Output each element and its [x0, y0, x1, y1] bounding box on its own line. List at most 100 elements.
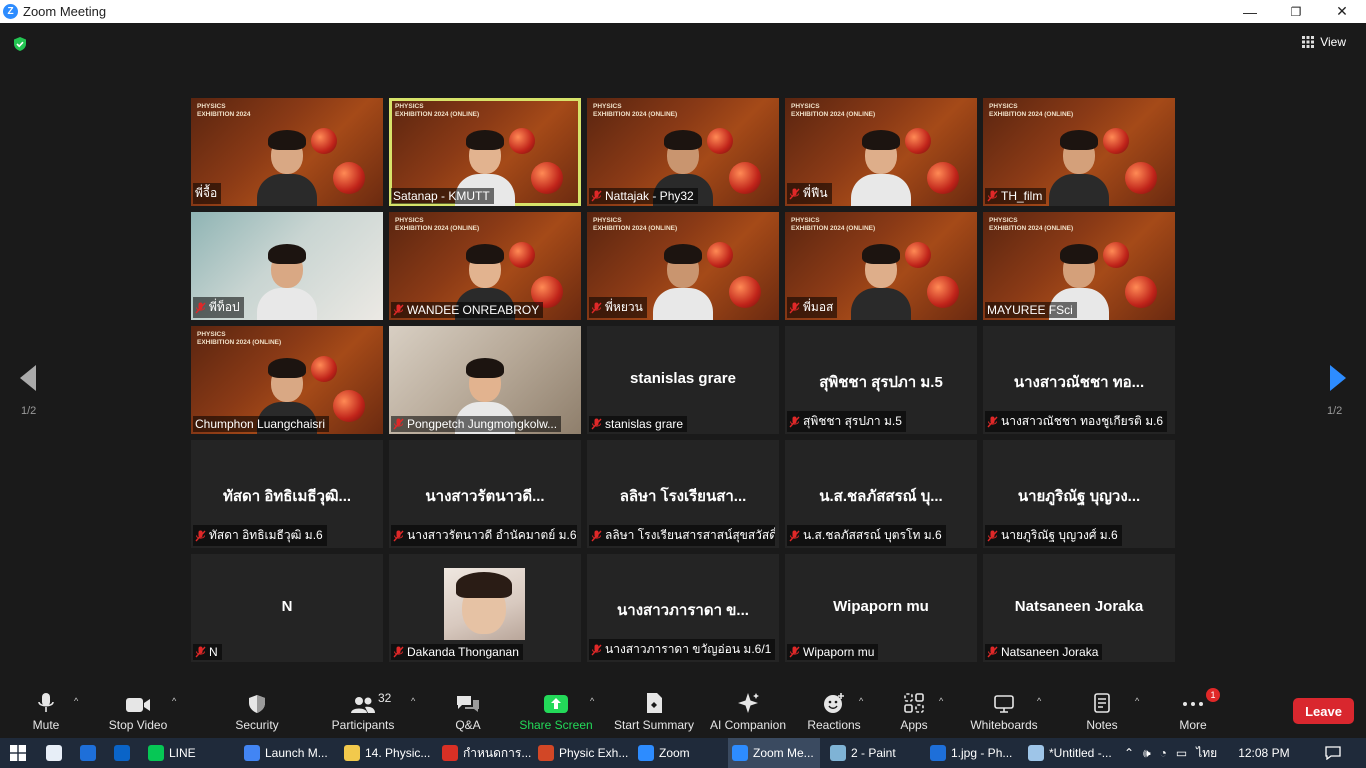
participant-tile[interactable]: นางสาวภาราดา ข... นางสาวภาราดา ขวัญอ่อน ม…: [587, 554, 779, 662]
muted-mic-icon: [987, 190, 998, 202]
video-options-caret[interactable]: ^: [172, 696, 176, 706]
participant-tile[interactable]: PHYSICS EXHIBITION 2024 (ONLINE) Chumphon …: [191, 326, 383, 434]
app-icon: [538, 745, 554, 761]
muted-mic-icon: [393, 418, 404, 430]
taskbar-app-button[interactable]: Zoom: [634, 738, 696, 768]
chevron-up-icon[interactable]: ⌃: [1124, 746, 1134, 760]
participant-name-label: Dakanda Thonganan: [391, 644, 523, 660]
participant-tile[interactable]: stanislas grare stanislas grare: [587, 326, 779, 434]
close-button[interactable]: ✕: [1319, 0, 1365, 23]
share-screen-button[interactable]: Share Screen: [519, 686, 593, 738]
apps-label: Apps: [900, 718, 928, 732]
whiteboards-button[interactable]: Whiteboards: [968, 686, 1040, 738]
participant-tile[interactable]: น.ส.ชลภัสสรณ์ บุ... น.ส.ชลภัสสรณ์ บุตรโท …: [785, 440, 977, 548]
previous-page-arrow-icon[interactable]: [16, 363, 40, 393]
taskbar-app-button[interactable]: 2 - Paint: [826, 738, 902, 768]
page-indicator-right: 1/2: [1327, 405, 1343, 417]
encryption-shield-icon[interactable]: [12, 36, 28, 52]
qa-button[interactable]: Q&A: [448, 686, 488, 738]
taskbar-outlook[interactable]: [114, 738, 130, 768]
start-summary-button[interactable]: Start Summary: [612, 686, 696, 738]
apps-options-caret[interactable]: ^: [939, 696, 943, 706]
participant-tile[interactable]: สุพิชชา สุรปภา ม.5 สุพิชชา สุรปภา ม.5: [785, 326, 977, 434]
participant-tile[interactable]: NN: [191, 554, 383, 662]
whiteboards-label: Whiteboards: [970, 718, 1038, 732]
taskbar-app-label: 1.jpg - Ph...: [951, 746, 1013, 760]
participant-tile[interactable]: พี่ท็อป: [191, 212, 383, 320]
taskbar-app-button[interactable]: กำหนดการ...: [438, 738, 537, 768]
taskbar-app-button[interactable]: Zoom Me...: [728, 738, 820, 768]
taskbar-app-button[interactable]: 14. Physic...: [340, 738, 436, 768]
muted-mic-icon: [393, 530, 404, 541]
participant-tile[interactable]: PHYSICS EXHIBITION 2024 (ONLINE) MAYUREE F…: [983, 212, 1175, 320]
notes-options-caret[interactable]: ^: [1135, 696, 1139, 706]
windows-start-icon[interactable]: [10, 745, 26, 761]
participant-tile[interactable]: PHYSICS EXHIBITION 2024 (ONLINE) พี่มอส: [785, 212, 977, 320]
mute-options-caret[interactable]: ^: [74, 696, 78, 706]
participant-display-name: Natsaneen Joraka: [1014, 598, 1144, 615]
ai-companion-button[interactable]: AI Companion: [708, 686, 788, 738]
maximize-button[interactable]: ❐: [1273, 0, 1319, 23]
share-options-caret[interactable]: ^: [590, 696, 594, 706]
taskbar-app-button[interactable]: *Untitled -...: [1024, 738, 1118, 768]
participant-tile[interactable]: นางสาวรัตนาวดี... นางสาวรัตนาวดี อำนัคมาต…: [389, 440, 581, 548]
participant-tile[interactable]: PHYSICS EXHIBITION 2024 (ONLINE) พี่หยวน: [587, 212, 779, 320]
taskbar-app-button[interactable]: Physic Exh...: [534, 738, 634, 768]
notes-button[interactable]: Notes: [1082, 686, 1122, 738]
system-tray: ⌃ 🕪 ◔ ▭ ไทย 12:08 PM: [1124, 738, 1290, 768]
participants-count: 32: [378, 691, 392, 705]
apps-button[interactable]: Apps: [896, 686, 932, 738]
taskbar-app-button[interactable]: 1.jpg - Ph...: [926, 738, 1018, 768]
participant-tile[interactable]: PHYSICS EXHIBITION 2024 (ONLINE) WANDEE ON…: [389, 212, 581, 320]
participant-tile[interactable]: PHYSICS EXHIBITION 2024 พี่จื้อ: [191, 98, 383, 206]
ornament-decoration: [333, 390, 365, 422]
participant-tile[interactable]: Wipaporn mu Wipaporn mu: [785, 554, 977, 662]
participant-video-figure: [1047, 126, 1111, 206]
reactions-options-caret[interactable]: ^: [859, 696, 863, 706]
view-button[interactable]: View: [1302, 35, 1346, 49]
more-dots-icon: [1183, 702, 1203, 706]
taskbar-app-label: Zoom Me...: [753, 746, 814, 760]
taskbar-app-label: กำหนดการ...: [463, 745, 532, 760]
reactions-button[interactable]: Reactions: [806, 686, 862, 738]
participant-display-name: N: [281, 598, 293, 615]
participants-options-caret[interactable]: ^: [411, 696, 415, 706]
participant-name-label: N: [193, 644, 222, 660]
notes-icon: [1094, 693, 1110, 713]
meeting-toolbar: Mute ^ Stop Video ^ Security Participant…: [0, 686, 1366, 738]
security-shield-icon: [249, 695, 265, 713]
speaker-icon[interactable]: 🕪: [1143, 746, 1151, 761]
participant-tile[interactable]: PHYSICS EXHIBITION 2024 (ONLINE) Satanap -…: [389, 98, 581, 206]
wifi-icon[interactable]: ◔: [1160, 746, 1167, 760]
participant-tile[interactable]: PHYSICS EXHIBITION 2024 (ONLINE) Nattajak …: [587, 98, 779, 206]
participant-tile[interactable]: PHYSICS EXHIBITION 2024 (ONLINE) พี่ฟีน: [785, 98, 977, 206]
minimize-button[interactable]: —: [1227, 0, 1273, 23]
participant-tile[interactable]: Pongpetch Jungmongkolw...: [389, 326, 581, 434]
clock[interactable]: 12:08 PM: [1238, 746, 1289, 760]
app-icon: [732, 745, 748, 761]
participant-name-label: Chumphon Luangchaisri: [193, 416, 330, 432]
participant-tile[interactable]: ลลิษา โรงเรียนสา... ลลิษา โรงเรียนสารสาสน…: [587, 440, 779, 548]
notification-center-icon[interactable]: [1325, 746, 1341, 760]
taskbar-app-button[interactable]: Launch M...: [240, 738, 334, 768]
event-banner: PHYSICS EXHIBITION 2024 (ONLINE): [593, 217, 678, 232]
participant-tile[interactable]: ทัสดา อิทธิเมธีวุฒิ... ทัสดา อิทธิเมธีวุฒ…: [191, 440, 383, 548]
stop-video-button[interactable]: Stop Video: [104, 686, 172, 738]
participant-tile[interactable]: Dakanda Thonganan: [389, 554, 581, 662]
next-page-arrow-icon[interactable]: [1326, 363, 1350, 393]
participant-tile[interactable]: Natsaneen Joraka Natsaneen Joraka: [983, 554, 1175, 662]
whiteboards-options-caret[interactable]: ^: [1037, 696, 1041, 706]
muted-mic-icon: [789, 646, 800, 658]
security-button[interactable]: Security: [230, 686, 284, 738]
battery-icon[interactable]: ▭: [1176, 746, 1187, 760]
participant-tile[interactable]: PHYSICS EXHIBITION 2024 (ONLINE) TH_film: [983, 98, 1175, 206]
taskbar-calendar[interactable]: [80, 738, 96, 768]
participant-tile[interactable]: นายภูริณัฐ บุญวง... นายภูริณัฐ บุญวงศ์ ม.…: [983, 440, 1175, 548]
mute-button[interactable]: Mute: [22, 686, 70, 738]
taskbar-pinned-app-1[interactable]: [46, 738, 62, 768]
taskbar-app-button[interactable]: LINE: [144, 738, 202, 768]
leave-button[interactable]: Leave: [1293, 698, 1354, 724]
participant-name-label: Wipaporn mu: [787, 644, 879, 660]
participant-tile[interactable]: นางสาวณัชชา ทอ... นางสาวณัชชา ทองชูเกียรต…: [983, 326, 1175, 434]
language-indicator[interactable]: ไทย: [1196, 744, 1217, 763]
